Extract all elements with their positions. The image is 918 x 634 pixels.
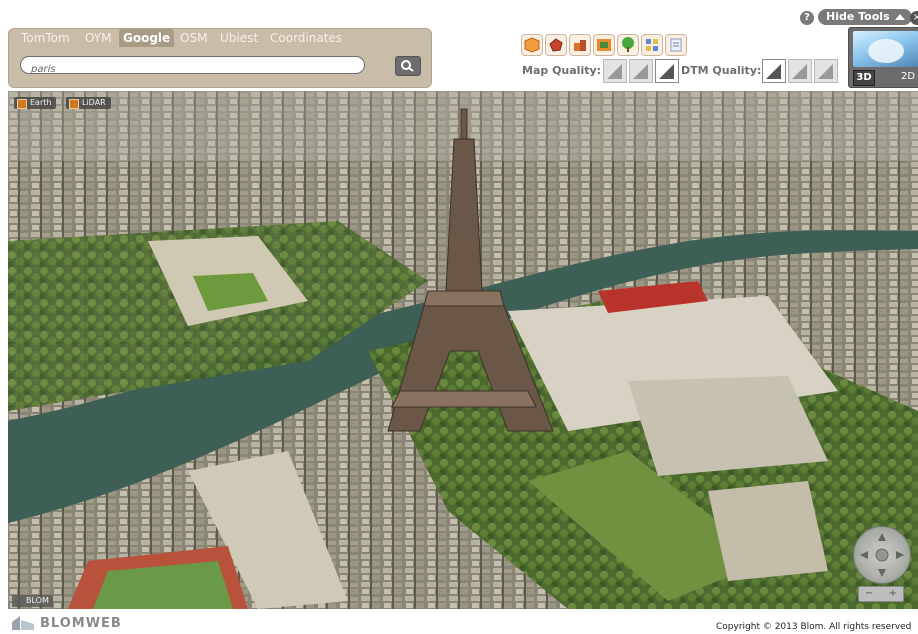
map-quality-medium[interactable]	[629, 59, 653, 83]
aerial-3d-scene	[8, 91, 918, 609]
tab-osm[interactable]: OSM	[176, 29, 211, 47]
zoom-in-button[interactable]: +	[889, 587, 897, 600]
layer-earth-label: Earth	[30, 98, 52, 107]
tab-google[interactable]: Google	[119, 29, 175, 47]
blomweb-logo-text: BLOMWEB	[40, 616, 122, 631]
buildings-icon[interactable]	[569, 34, 591, 56]
box-3d-icon[interactable]	[521, 34, 543, 56]
map-quality-high[interactable]	[655, 59, 679, 83]
zoom-control[interactable]: − +	[858, 586, 904, 602]
lidar-checkbox-icon	[69, 99, 79, 109]
tab-coordinates[interactable]: Coordinates	[266, 29, 346, 47]
view-2d-button[interactable]: 2D	[901, 70, 915, 84]
blom-watermark-text: BLOM	[26, 596, 49, 605]
pan-arrows-icon	[860, 533, 904, 577]
shape-icon[interactable]	[545, 34, 567, 56]
search-field[interactable]	[20, 56, 365, 77]
earth-checkbox-icon	[17, 99, 27, 109]
map-viewport[interactable]: Earth LiDAR	[8, 91, 918, 609]
list-icon[interactable]	[665, 34, 687, 56]
tree-icon[interactable]	[617, 34, 639, 56]
hide-tools-label: Hide Tools	[826, 10, 890, 23]
zoom-out-button[interactable]: −	[865, 587, 873, 600]
map-quality-label: Map Quality:	[522, 64, 602, 77]
copyright-text: Copyright © 2013 Blom. All rights reserv…	[716, 622, 912, 632]
close-icon[interactable]: ×	[910, 11, 918, 25]
layer-lidar-label: LiDAR	[82, 98, 106, 107]
photo-icon[interactable]	[593, 34, 615, 56]
dtm-quality-low[interactable]	[814, 59, 838, 83]
layer-earth-toggle[interactable]: Earth	[14, 97, 57, 109]
grid-icon[interactable]	[641, 34, 663, 56]
view-mode-switch[interactable]: 3D 2D	[848, 27, 918, 88]
tab-ubiest[interactable]: Ubiest	[216, 29, 262, 47]
hide-tools-button[interactable]: Hide Tools	[818, 9, 912, 25]
view-3d-button[interactable]: 3D	[853, 70, 875, 86]
help-icon[interactable]: ?	[800, 11, 814, 25]
dtm-quality-label: DTM Quality:	[681, 64, 762, 77]
tab-tomtom[interactable]: TomTom	[17, 29, 74, 47]
dtm-quality-medium[interactable]	[788, 59, 812, 83]
dtm-quality-high[interactable]	[762, 59, 786, 83]
tab-oym[interactable]: OYM	[81, 29, 115, 47]
magnifier-icon	[401, 60, 414, 72]
map-quality-low[interactable]	[603, 59, 627, 83]
blomweb-logo-icon	[12, 616, 34, 630]
collapse-triangle-icon	[894, 14, 905, 20]
search-input[interactable]	[31, 61, 351, 77]
navigation-compass[interactable]	[853, 526, 911, 584]
blom-watermark: BLOM	[12, 595, 53, 607]
layer-lidar-toggle[interactable]: LiDAR	[66, 97, 111, 109]
globe-thumbnail	[853, 31, 918, 67]
search-button[interactable]	[395, 56, 421, 76]
